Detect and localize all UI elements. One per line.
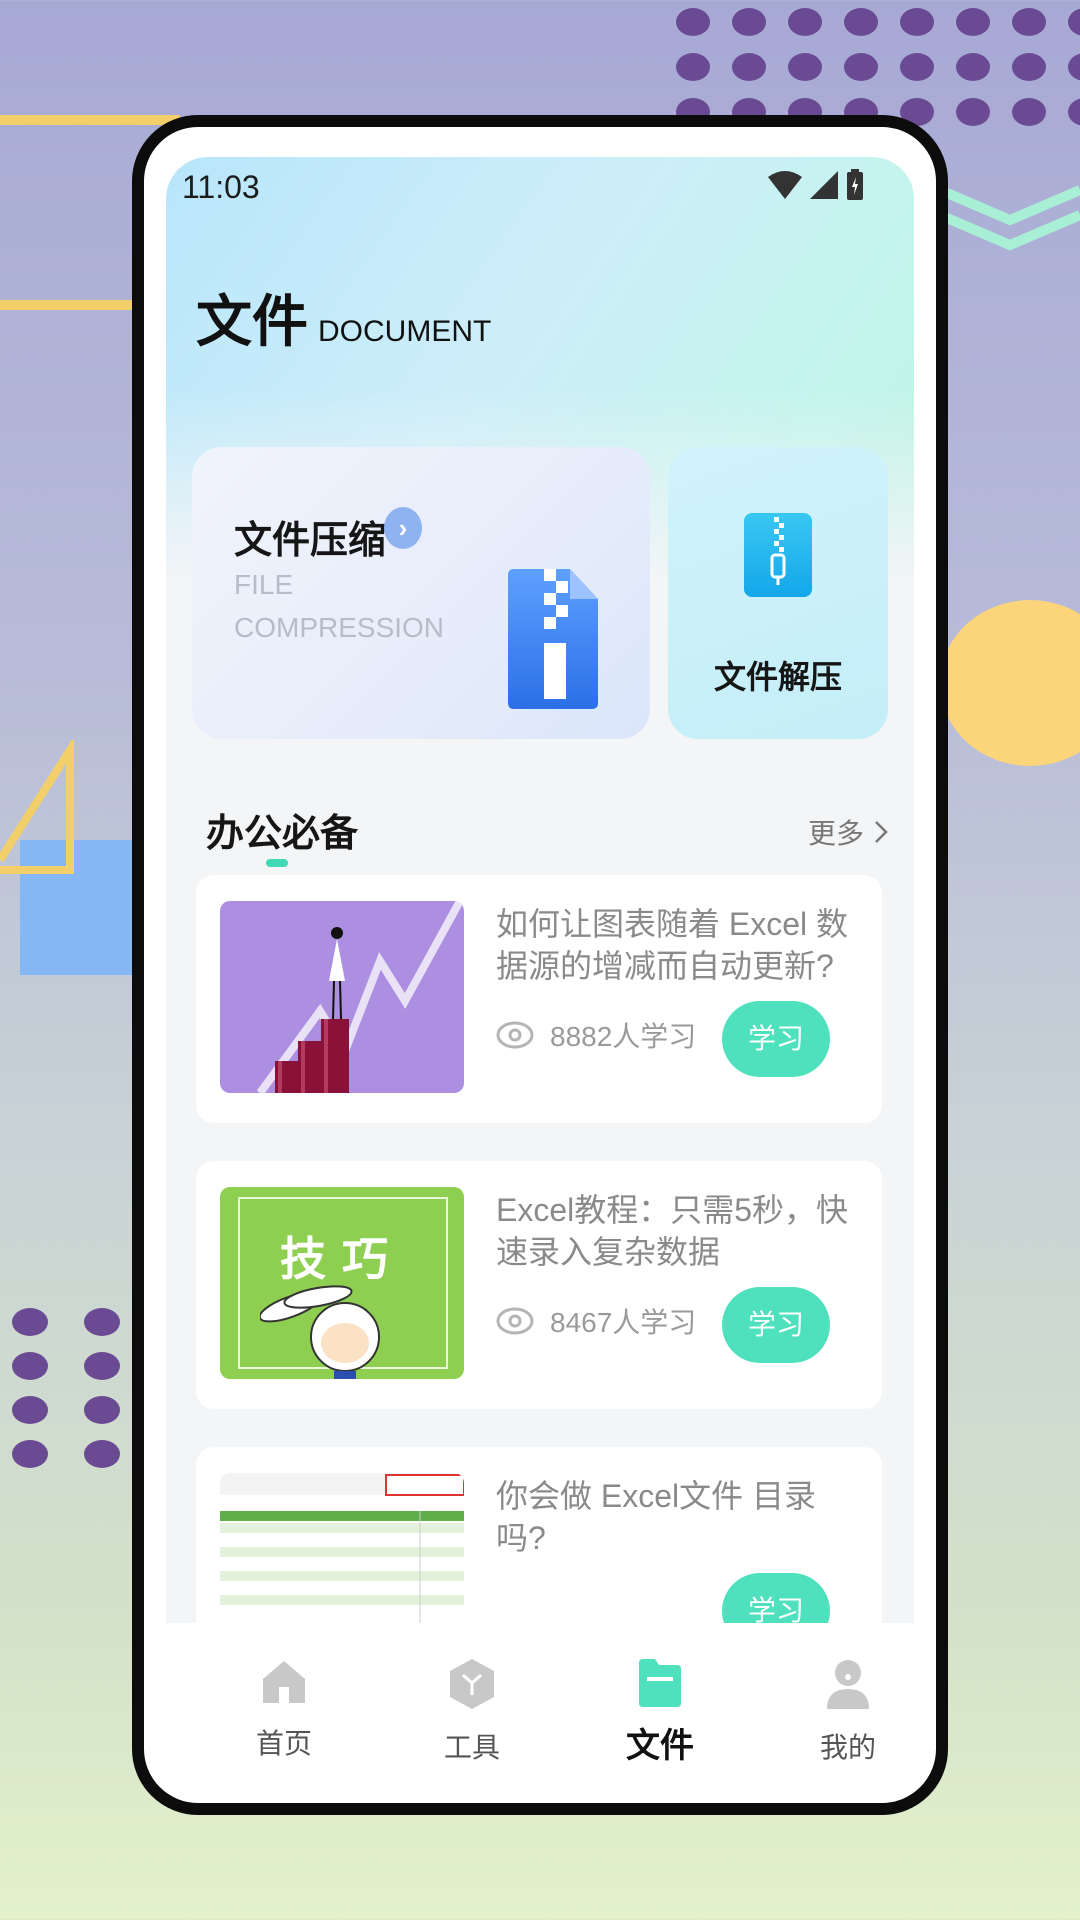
tab-label: 文件 bbox=[626, 1727, 694, 1765]
battery-icon bbox=[847, 169, 863, 200]
unzip-icon bbox=[744, 513, 812, 597]
background-chevron bbox=[940, 185, 1080, 251]
article-thumbnail: 技巧 bbox=[220, 1187, 464, 1379]
section-title: 办公必备 bbox=[206, 813, 359, 855]
home-icon bbox=[263, 1661, 305, 1703]
more-link[interactable]: 更多 bbox=[808, 812, 888, 852]
article-views: 8882人学习 bbox=[496, 1015, 696, 1055]
chart-illustration bbox=[220, 901, 464, 1093]
page-title-en: DOCUMENT bbox=[318, 315, 492, 348]
status-time: 11:03 bbox=[182, 169, 260, 205]
tab-home[interactable]: 首页 bbox=[224, 1659, 344, 1762]
file-compress-subtitle: COMPRESSION bbox=[234, 612, 445, 643]
article-title: Excel教程：只需5秒，快速录入复杂数据 bbox=[496, 1192, 849, 1270]
tab-files[interactable]: 文件 bbox=[600, 1659, 720, 1767]
view-count: 8467人学习 bbox=[550, 1307, 697, 1338]
folder-icon bbox=[639, 1659, 681, 1707]
zip-file-icon bbox=[508, 569, 598, 709]
chevron-right-icon bbox=[875, 821, 888, 843]
eye-icon bbox=[496, 1021, 534, 1049]
tab-label: 工具 bbox=[443, 1732, 500, 1763]
list-item[interactable]: 如何让图表随着 Excel 数据源的增减而自动更新? 8882人学习 学习 bbox=[196, 875, 882, 1123]
article-views: 8467人学习 bbox=[496, 1301, 696, 1341]
tab-label: 首页 bbox=[255, 1728, 312, 1759]
bottom-tab-bar: 首页 工具 文件 我的 bbox=[166, 1623, 914, 1785]
file-decompress-card[interactable]: 文件解压 bbox=[668, 447, 888, 739]
list-item[interactable]: 技巧 Excel教程：只需5秒，快速录入复杂数据 8467人学习 学习 bbox=[196, 1161, 882, 1409]
app-screen: 11:03 文件 DOCUMENT 文件压缩 › FILE COMPRESSIO… bbox=[166, 157, 914, 1785]
file-decompress-title: 文件解压 bbox=[713, 659, 842, 695]
eye-icon bbox=[496, 1307, 534, 1335]
page-title: 文件 DOCUMENT bbox=[196, 277, 491, 358]
tab-profile[interactable]: 我的 bbox=[788, 1659, 908, 1766]
bunny-icon bbox=[260, 1285, 380, 1379]
wifi-icon bbox=[768, 171, 802, 199]
chevron-right-icon: › bbox=[384, 507, 422, 549]
user-icon bbox=[827, 1660, 869, 1709]
background-line bbox=[0, 300, 140, 310]
article-title: 你会做 Excel文件 目录吗? bbox=[496, 1478, 817, 1556]
more-label: 更多 bbox=[808, 818, 865, 849]
signal-icon bbox=[810, 171, 838, 199]
background-line bbox=[0, 115, 180, 125]
article-thumbnail bbox=[220, 901, 464, 1093]
learn-button[interactable]: 学习 bbox=[722, 1001, 830, 1077]
section-indicator bbox=[266, 859, 288, 867]
status-icons bbox=[768, 169, 864, 201]
article-title: 如何让图表随着 Excel 数据源的增减而自动更新? bbox=[496, 906, 849, 984]
background-circle bbox=[940, 600, 1080, 766]
file-compress-title: 文件压缩 bbox=[234, 520, 387, 562]
tab-label: 我的 bbox=[819, 1732, 876, 1763]
phone-frame: 11:03 文件 DOCUMENT 文件压缩 › FILE COMPRESSIO… bbox=[132, 115, 948, 1815]
view-count: 8882人学习 bbox=[550, 1021, 697, 1052]
background-triangle bbox=[0, 740, 74, 874]
tool-icon bbox=[450, 1659, 494, 1709]
page-title-cn: 文件 bbox=[196, 290, 308, 353]
learn-button[interactable]: 学习 bbox=[722, 1287, 830, 1363]
tab-tools[interactable]: 工具 bbox=[412, 1659, 532, 1766]
file-compress-subtitle: FILE bbox=[234, 569, 294, 600]
file-compress-card[interactable]: 文件压缩 › FILE COMPRESSION bbox=[192, 447, 650, 739]
